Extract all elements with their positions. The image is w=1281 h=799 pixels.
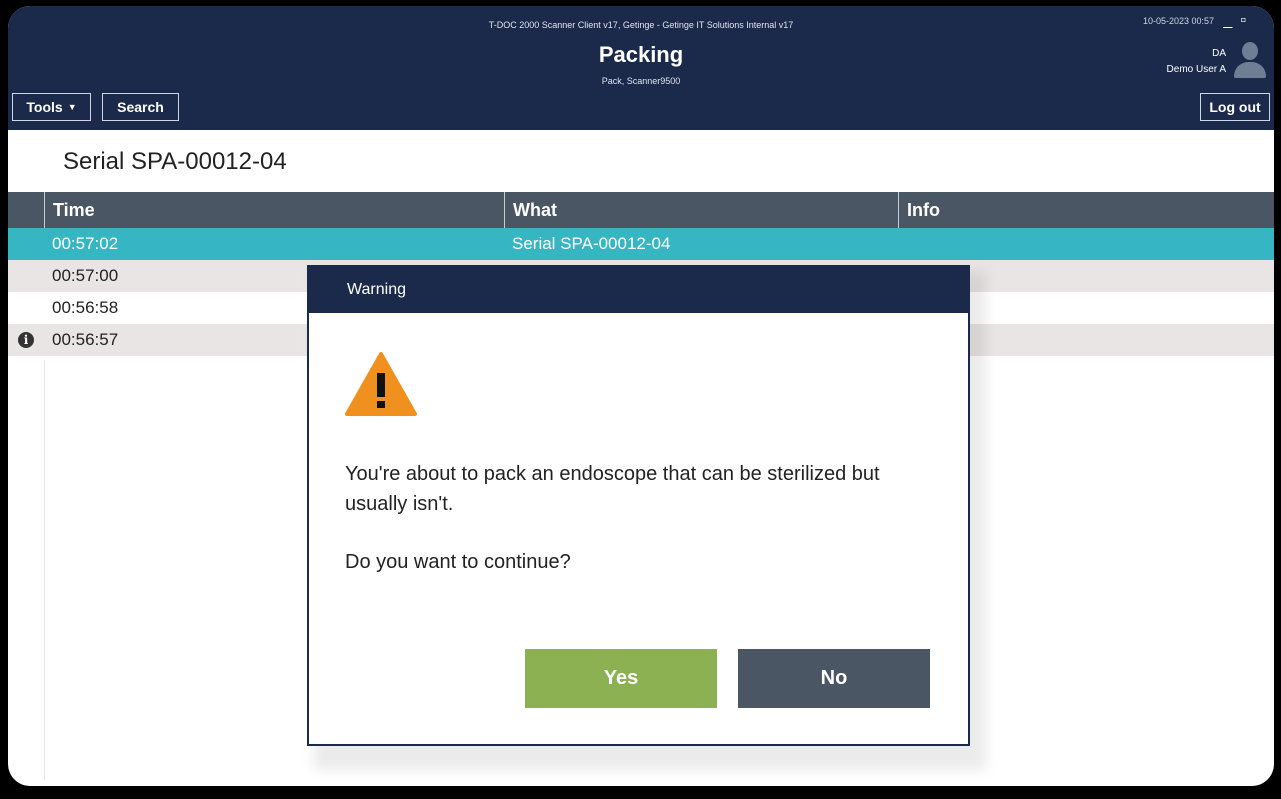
avatar-icon[interactable] xyxy=(1230,40,1270,80)
column-header-what[interactable]: What xyxy=(504,192,557,228)
user-initials: DA xyxy=(1212,48,1226,59)
page-subtitle: Pack, Scanner9500 xyxy=(601,76,681,86)
window-controls[interactable]: _▫ xyxy=(1223,12,1254,30)
logout-button[interactable]: Log out xyxy=(1200,93,1270,121)
app-window: T-DOC 2000 Scanner Client v17, Getinge -… xyxy=(8,6,1274,786)
page-title: Packing xyxy=(598,42,684,67)
dialog-title: Warning xyxy=(309,267,968,313)
column-header-time[interactable]: Time xyxy=(44,192,95,228)
caret-down-icon: ▼ xyxy=(67,102,77,112)
serial-heading: Serial SPA-00012-04 xyxy=(63,148,287,175)
table-divider xyxy=(44,360,45,780)
header-bar: T-DOC 2000 Scanner Client v17, Getinge -… xyxy=(8,6,1274,130)
minimize-icon[interactable]: _ xyxy=(1223,12,1240,29)
avatar-body xyxy=(1234,62,1266,78)
yes-button[interactable]: Yes xyxy=(525,649,717,708)
clock-text: 10-05-2023 00:57 xyxy=(1142,16,1214,26)
table-header: Time What Info xyxy=(8,192,1274,228)
warning-icon xyxy=(345,352,417,416)
dialog-message: You're about to pack an endoscope that c… xyxy=(345,463,880,515)
tools-menu-button[interactable]: Tools ▼ xyxy=(12,93,91,121)
window-title: T-DOC 2000 Scanner Client v17, Getinge -… xyxy=(488,20,794,30)
search-button[interactable]: Search xyxy=(102,93,179,121)
restore-icon[interactable]: ▫ xyxy=(1240,12,1254,29)
no-button[interactable]: No xyxy=(738,649,930,708)
cell-what: Serial SPA-00012-04 xyxy=(512,234,671,253)
table-row[interactable]: 00:57:02 Serial SPA-00012-04 xyxy=(8,228,1274,260)
warning-dialog: Warning You're about to pack an endoscop… xyxy=(307,265,970,746)
tools-label: Tools xyxy=(26,99,63,115)
info-icon[interactable]: i xyxy=(18,332,34,348)
user-name: Demo User A xyxy=(1166,64,1226,75)
avatar-head xyxy=(1242,42,1258,60)
column-header-info[interactable]: Info xyxy=(898,192,940,228)
cell-time: 00:57:00 xyxy=(52,266,119,285)
cell-time: 00:56:57 xyxy=(52,330,119,349)
cell-time: 00:57:02 xyxy=(52,234,119,253)
dialog-question: Do you want to continue? xyxy=(345,551,571,573)
cell-time: 00:56:58 xyxy=(52,298,119,317)
